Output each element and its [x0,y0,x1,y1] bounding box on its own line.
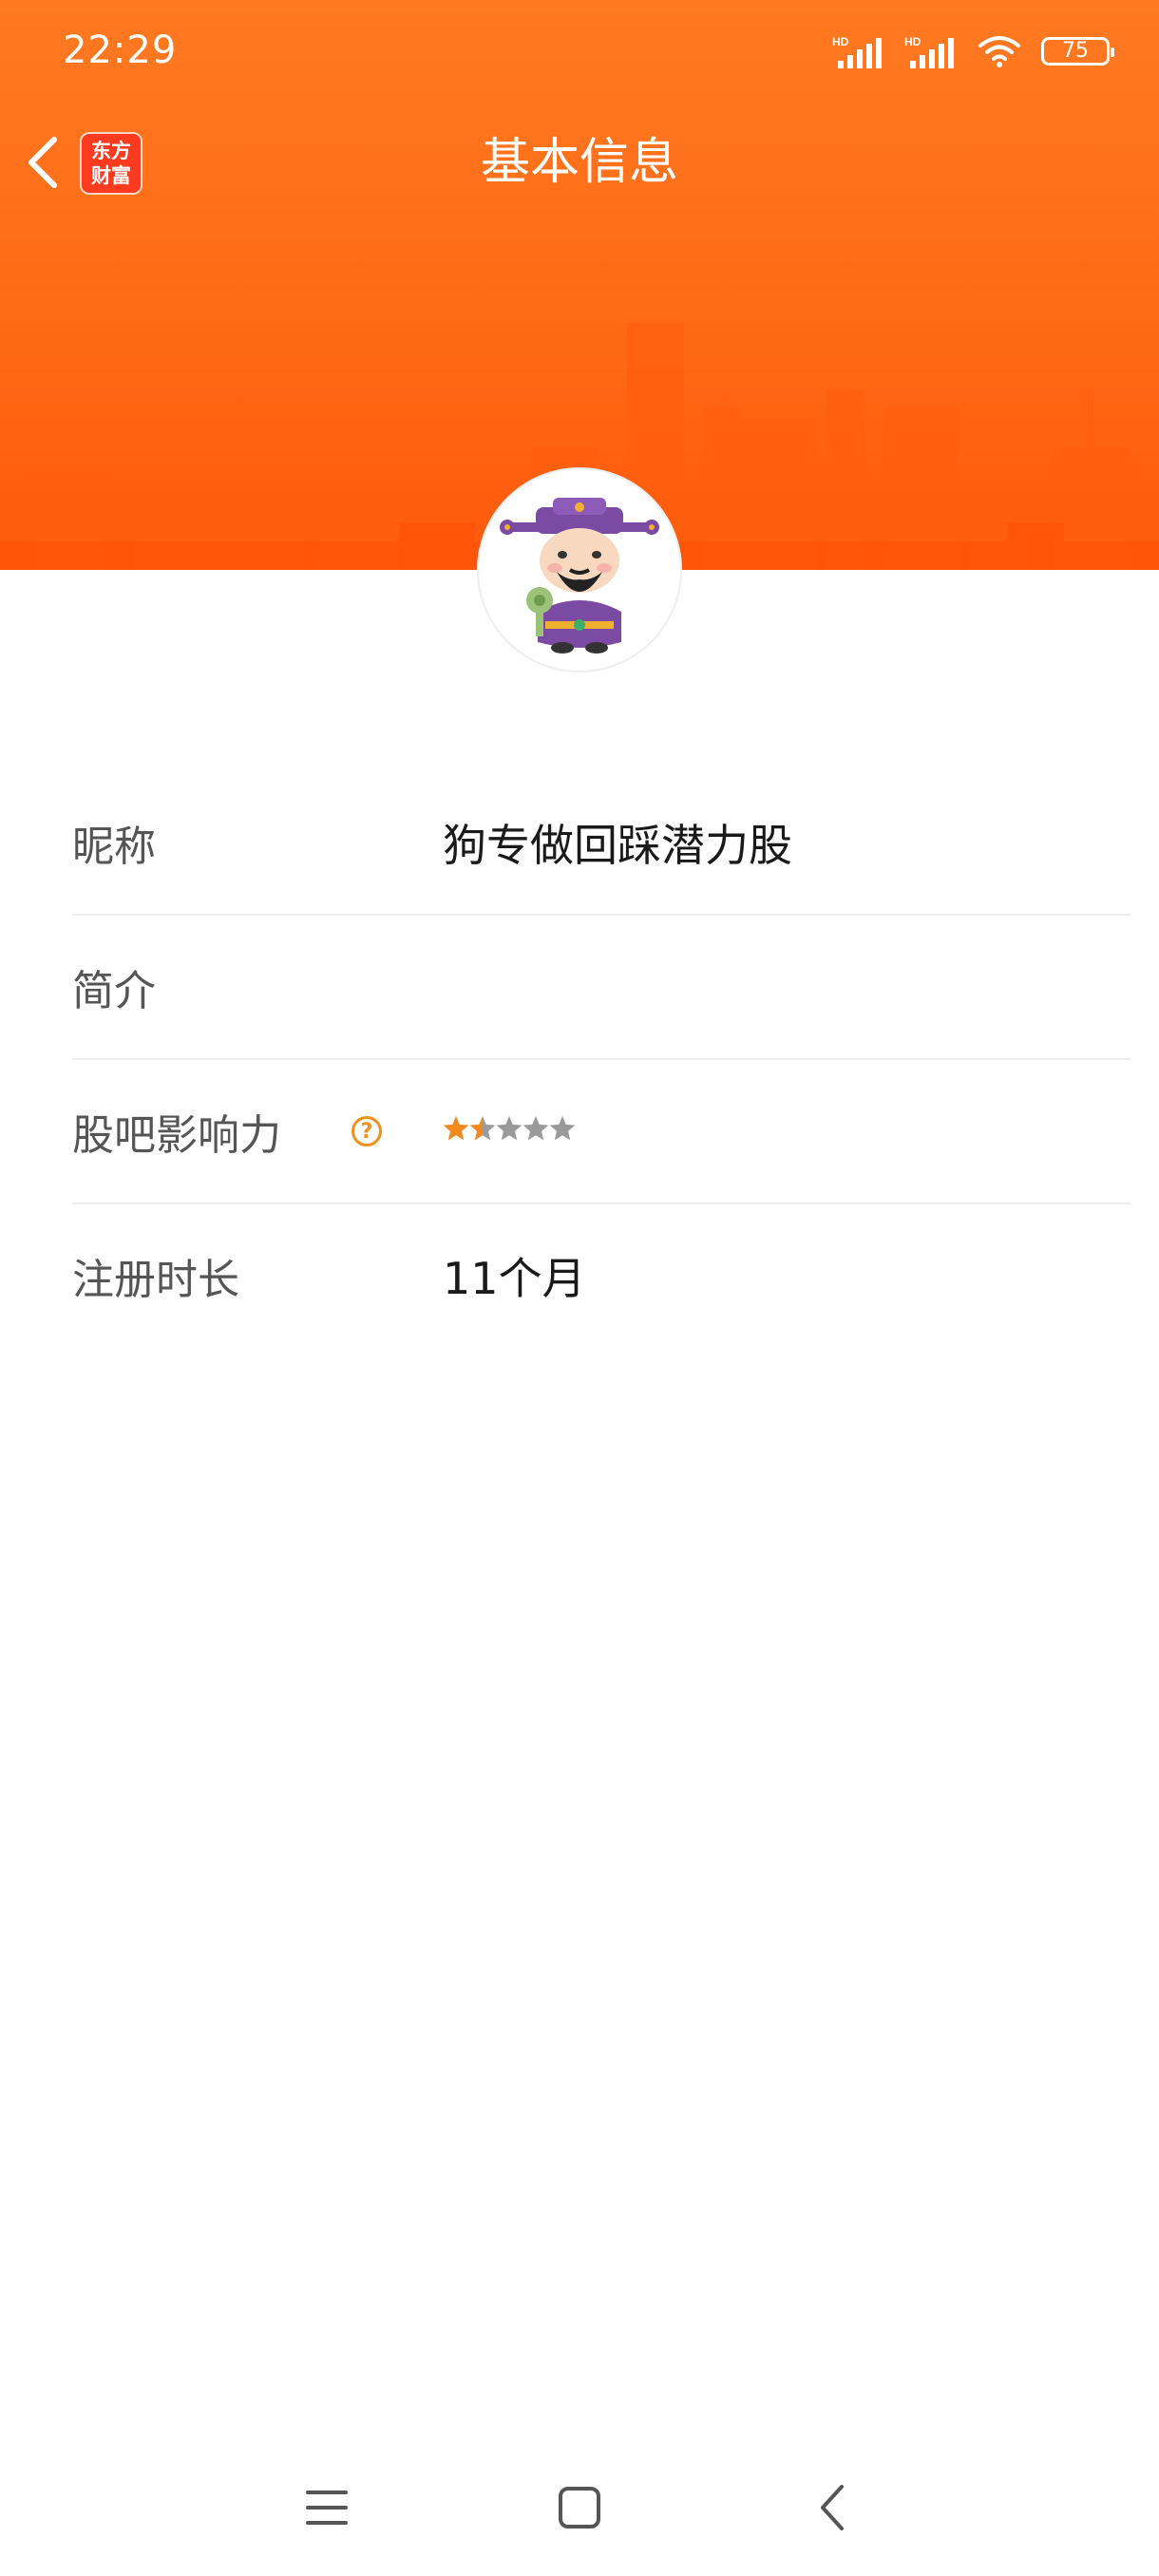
caishen-mascot-avatar [500,498,659,653]
status-icons: HD HD 75 [832,34,1114,68]
wifi-icon [978,36,1020,67]
register-duration-label: 注册时长 [72,1256,239,1304]
rating-star [496,1116,522,1141]
recent-apps-button[interactable] [289,2470,365,2546]
help-icon[interactable]: ? [352,1116,382,1146]
system-navigation-bar [0,2470,1159,2546]
rating-star [549,1116,576,1141]
influence-row: 股吧影响力 ? [72,1060,1130,1204]
menu-icon [306,2491,348,2525]
battery-level: 75 [1062,39,1089,63]
back-icon [821,2485,844,2530]
bio-row[interactable]: 简介 [72,916,1130,1060]
rating-star [469,1116,496,1141]
system-back-button[interactable] [794,2470,870,2546]
bio-label: 简介 [72,967,156,1015]
nickname-label: 昵称 [72,823,156,871]
home-button[interactable] [542,2470,618,2546]
avatar[interactable] [479,469,680,671]
profile-info-list: 昵称 狗专做回踩潜力股 简介 股吧影响力 ? 注册时长 11个月 [72,771,1130,1347]
battery-icon: 75 [1041,37,1114,66]
nickname-value: 狗专做回踩潜力股 [443,820,792,871]
register-duration-value: 11个月 [443,1253,586,1304]
home-icon [559,2487,600,2529]
hd-signal-icon: HD [904,35,954,68]
rating-star [443,1116,469,1141]
influence-rating [443,1116,576,1141]
register-duration-row: 注册时长 11个月 [72,1204,1130,1347]
svg-text:HD: HD [904,35,922,48]
influence-label: 股吧影响力 [72,1111,281,1160]
svg-text:HD: HD [832,35,849,48]
rating-star [522,1116,549,1141]
page-title: 基本信息 [480,134,678,191]
status-time: 22:29 [63,28,178,72]
nickname-row[interactable]: 昵称 狗专做回踩潜力股 [72,771,1130,916]
hd-signal-icon: HD [832,35,882,68]
